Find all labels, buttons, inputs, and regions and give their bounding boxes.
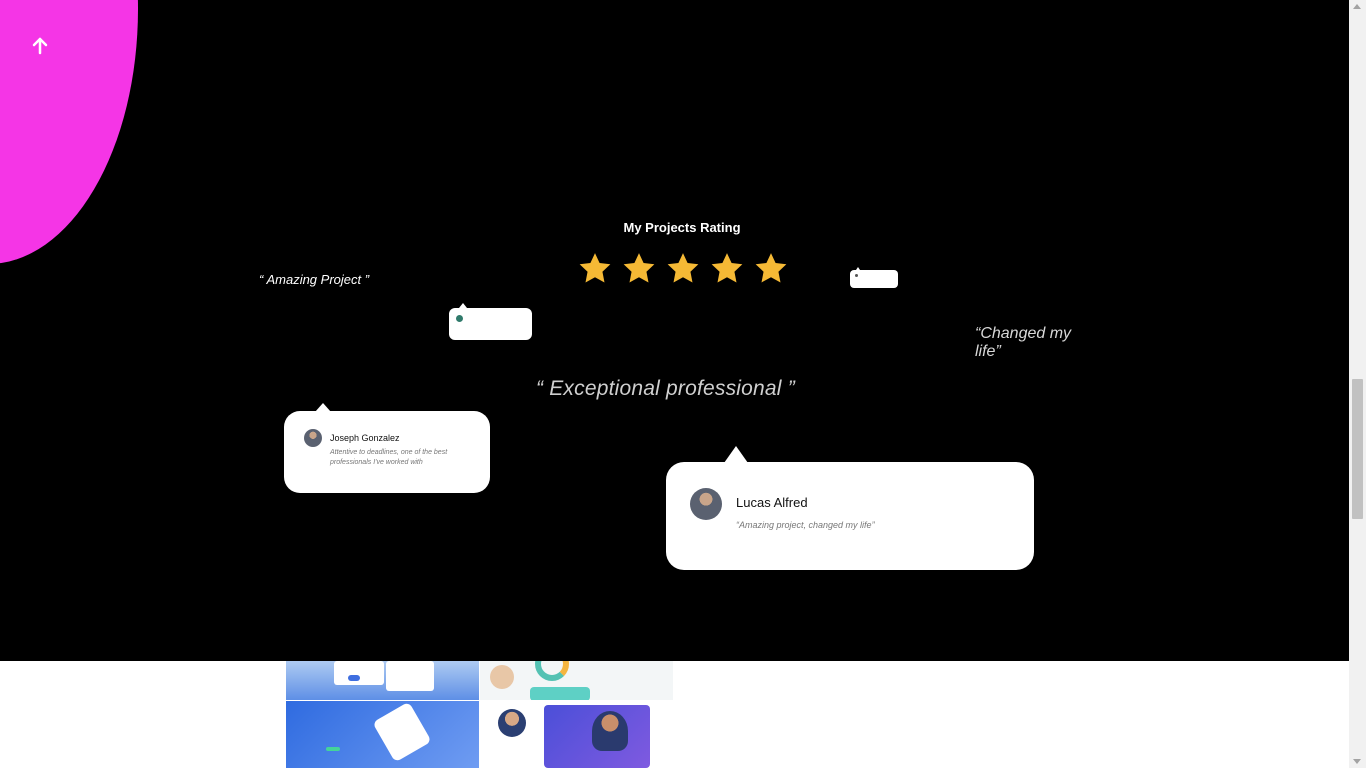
testimonial-text: “Amazing project, changed my life” [736,520,875,530]
avatar [304,429,322,447]
mini-testimonial-bubble [850,267,898,288]
portfolio-thumbnail[interactable] [480,661,673,700]
testimonial-text: Attentive to deadlines, one of the best … [330,449,448,466]
star-icon [755,253,787,283]
star-icon [667,253,699,283]
star-icon [579,253,611,283]
avatar [456,315,463,322]
avatar [855,274,858,277]
testimonial-joseph-gonzalez: Joseph Gonzalez Attentive to deadlines, … [284,403,490,493]
arrow-up-icon[interactable] [28,34,52,58]
scroll-down-arrow-icon[interactable] [1353,759,1361,764]
scroll-up-arrow-icon[interactable] [1353,4,1361,9]
testimonials-section: My Projects Rating “ Amazing Project ” “… [0,0,1349,661]
testimonial-lucas-alfred: Lucas Alfred “Amazing project, changed m… [666,446,1034,570]
testimonial-name: Joseph Gonzalez [330,433,400,443]
mini-testimonial-bubble [449,303,532,340]
quote-changed-my-life: “Changed my life” [975,325,1072,360]
quote-exceptional-professional: “ Exceptional professional ” [536,377,795,400]
portfolio-thumbnail[interactable] [286,701,479,768]
star-icon [623,253,655,283]
testimonial-name: Lucas Alfred [736,495,808,510]
scrollbar-thumb[interactable] [1352,379,1363,519]
star-icon [711,253,743,283]
portfolio-preview[interactable] [286,661,673,768]
page-scrollbar[interactable] [1349,0,1366,768]
rating-stars [576,250,792,288]
decorative-blob [0,0,138,264]
rating-title: My Projects Rating [623,220,741,235]
quote-amazing-project: “ Amazing Project ” [259,272,370,287]
avatar [690,488,722,520]
portfolio-thumbnail[interactable] [480,701,673,768]
portfolio-thumbnail[interactable] [286,661,479,700]
